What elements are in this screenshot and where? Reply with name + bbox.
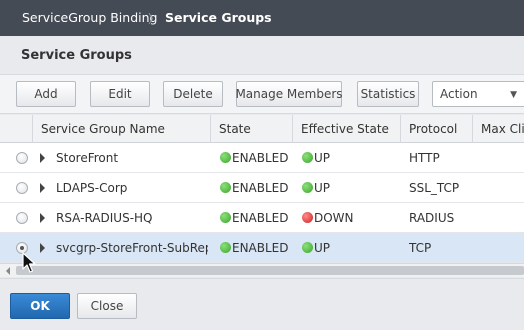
state-cell: ENABLED xyxy=(220,143,290,173)
table-row[interactable]: RSA-RADIUS-HQ ENABLED DOWN RADIUS xyxy=(0,203,524,233)
column-header-state[interactable]: State xyxy=(210,115,292,143)
panel-title: Service Groups xyxy=(21,48,132,63)
row-select-radio[interactable] xyxy=(16,212,28,224)
effective-state-value: UP xyxy=(314,151,331,165)
chevron-right-icon[interactable] xyxy=(40,243,45,253)
statistics-button[interactable]: Statistics xyxy=(357,81,419,107)
action-dropdown[interactable]: Action ▼ xyxy=(432,81,524,107)
status-dot-icon xyxy=(220,242,231,253)
table-row-selected[interactable]: svcgrp-StoreFront-SubRepl ENABLED UP TCP xyxy=(0,233,524,263)
effective-state-value: UP xyxy=(314,241,331,255)
effective-state-cell: UP xyxy=(302,143,398,173)
service-group-name: LDAPS-Corp xyxy=(56,181,128,195)
service-group-name: RSA-RADIUS-HQ xyxy=(56,211,153,225)
row-select-radio[interactable] xyxy=(16,182,28,194)
table-row[interactable]: StoreFront ENABLED UP HTTP xyxy=(0,143,524,173)
effective-state-value: DOWN xyxy=(314,211,354,225)
state-cell: ENABLED xyxy=(220,233,290,263)
protocol-value: SSL_TCP xyxy=(409,181,460,195)
effective-state-cell: UP xyxy=(302,173,398,203)
status-dot-icon xyxy=(302,242,313,253)
protocol-value: HTTP xyxy=(409,151,440,165)
manage-members-button[interactable]: Manage Members xyxy=(235,81,343,107)
status-dot-icon xyxy=(302,152,313,163)
protocol-value: TCP xyxy=(409,241,432,255)
protocol-value: RADIUS xyxy=(409,211,455,225)
service-groups-table: Service Group Name State Effective State… xyxy=(0,115,524,263)
close-button[interactable]: Close xyxy=(77,293,137,319)
status-dot-icon xyxy=(302,182,313,193)
dialog-footer: OK Close xyxy=(0,278,524,330)
breadcrumb-current: Service Groups xyxy=(165,10,272,25)
state-value: ENABLED xyxy=(232,211,289,225)
edit-button[interactable]: Edit xyxy=(90,81,150,107)
action-dropdown-label: Action xyxy=(440,87,478,101)
ok-button[interactable]: OK xyxy=(10,293,70,319)
chevron-down-icon: ▼ xyxy=(510,90,517,100)
table-header: Service Group Name State Effective State… xyxy=(0,115,524,143)
column-header-protocol[interactable]: Protocol xyxy=(400,115,472,143)
breadcrumb-parent-link[interactable]: ServiceGroup Binding xyxy=(22,10,157,25)
effective-state-cell: UP xyxy=(302,233,398,263)
select-column-header xyxy=(0,115,32,143)
horizontal-scrollbar[interactable] xyxy=(0,263,524,277)
add-button[interactable]: Add xyxy=(16,81,76,107)
status-dot-icon xyxy=(302,212,313,223)
row-select-radio[interactable] xyxy=(16,152,28,164)
breadcrumb-separator-icon: 〉 xyxy=(148,12,161,26)
state-value: ENABLED xyxy=(232,151,289,165)
delete-button[interactable]: Delete xyxy=(163,81,223,107)
effective-state-value: UP xyxy=(314,181,331,195)
state-cell: ENABLED xyxy=(220,173,290,203)
column-header-name[interactable]: Service Group Name xyxy=(32,115,210,143)
chevron-right-icon[interactable] xyxy=(40,153,45,163)
toolbar: Add Edit Delete Manage Members Statistic… xyxy=(0,74,524,114)
column-header-effective-state[interactable]: Effective State xyxy=(292,115,400,143)
service-group-name: svcgrp-StoreFront-SubRepl xyxy=(56,241,208,255)
column-header-max-clients[interactable]: Max Cli xyxy=(472,115,524,143)
state-value: ENABLED xyxy=(232,181,289,195)
chevron-right-icon[interactable] xyxy=(40,213,45,223)
scrollbar-thumb[interactable] xyxy=(16,266,524,275)
scroll-left-icon[interactable] xyxy=(6,267,10,275)
effective-state-cell: DOWN xyxy=(302,203,398,233)
state-value: ENABLED xyxy=(232,241,289,255)
status-dot-icon xyxy=(220,212,231,223)
status-dot-icon xyxy=(220,152,231,163)
status-dot-icon xyxy=(220,182,231,193)
mouse-pointer-icon xyxy=(22,252,36,273)
top-breadcrumb-bar: ServiceGroup Binding 〉 Service Groups xyxy=(0,0,524,36)
table-row[interactable]: LDAPS-Corp ENABLED UP SSL_TCP xyxy=(0,173,524,203)
state-cell: ENABLED xyxy=(220,203,290,233)
service-group-name: StoreFront xyxy=(56,151,119,165)
chevron-right-icon[interactable] xyxy=(40,183,45,193)
